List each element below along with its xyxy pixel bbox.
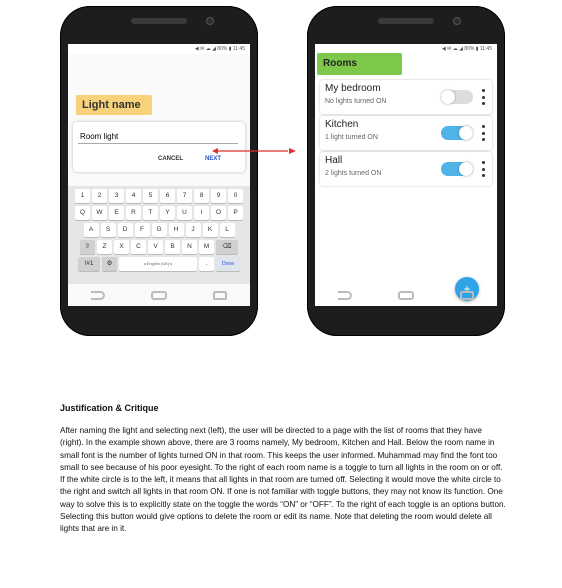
arrow-tail-head — [212, 148, 218, 154]
section-heading: Justification & Critique — [60, 403, 159, 413]
arrow-head — [289, 148, 296, 154]
justification-paragraph: After naming the light and selecting nex… — [60, 426, 506, 534]
